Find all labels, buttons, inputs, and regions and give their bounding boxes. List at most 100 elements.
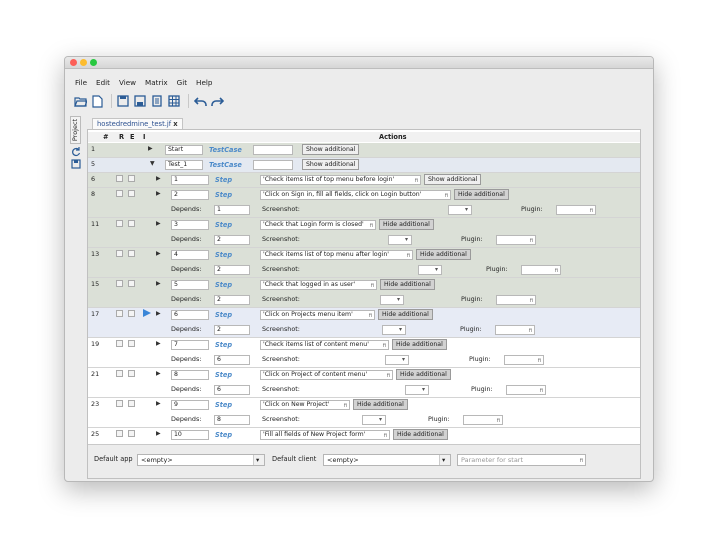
- redo-icon[interactable]: [210, 94, 224, 108]
- hide-additional-button[interactable]: Hide additional: [416, 249, 471, 260]
- step-description-input[interactable]: 'Fill all fields of New Project form' fi: [260, 430, 390, 440]
- step-id-input[interactable]: 8: [171, 370, 209, 380]
- e-checkbox[interactable]: [128, 250, 135, 257]
- step-description-input[interactable]: 'Click on New Project' fi: [260, 400, 350, 410]
- collapse-arrow-icon[interactable]: ▶: [156, 310, 161, 317]
- fi-icon[interactable]: fi: [384, 432, 387, 439]
- fi-icon[interactable]: fi: [538, 357, 541, 364]
- menu-matrix[interactable]: Matrix: [145, 78, 168, 90]
- depends-input[interactable]: 6: [214, 355, 250, 365]
- depends-input[interactable]: 2: [214, 325, 250, 335]
- new-file-icon[interactable]: [90, 94, 104, 108]
- e-checkbox[interactable]: [128, 220, 135, 227]
- show-additional-button[interactable]: Show additional: [424, 174, 482, 185]
- step-id-input[interactable]: 3: [171, 220, 209, 230]
- comment-input[interactable]: [253, 160, 293, 170]
- step-id-input[interactable]: 9: [171, 400, 209, 410]
- step-id-input[interactable]: 4: [171, 250, 209, 260]
- screenshot-select[interactable]: [418, 265, 442, 275]
- collapse-arrow-icon[interactable]: ▶: [156, 190, 161, 197]
- hide-additional-button[interactable]: Hide additional: [392, 339, 447, 350]
- r-checkbox[interactable]: [116, 190, 123, 197]
- document-icon[interactable]: [150, 94, 164, 108]
- r-checkbox[interactable]: [116, 250, 123, 257]
- fi-icon[interactable]: fi: [371, 282, 374, 289]
- screenshot-select[interactable]: [385, 355, 409, 365]
- save-icon[interactable]: [116, 94, 130, 108]
- collapse-arrow-icon[interactable]: ▶: [156, 400, 161, 407]
- screenshot-select[interactable]: [388, 235, 412, 245]
- minimize-window-button[interactable]: [80, 59, 87, 66]
- depends-input[interactable]: 2: [214, 295, 250, 305]
- plugin-input[interactable]: fi: [521, 265, 561, 275]
- plugin-input[interactable]: fi: [495, 325, 535, 335]
- step-description-input[interactable]: 'Check that logged in as user' fi: [260, 280, 377, 290]
- comment-input[interactable]: [253, 145, 293, 155]
- fi-icon[interactable]: fi: [540, 387, 543, 394]
- plugin-input[interactable]: fi: [463, 415, 503, 425]
- collapse-arrow-icon[interactable]: ▶: [148, 145, 153, 152]
- fi-icon[interactable]: fi: [387, 372, 390, 379]
- step-id-input[interactable]: 6: [171, 310, 209, 320]
- fi-icon[interactable]: fi: [344, 402, 347, 409]
- step-description-input[interactable]: 'Check that Login form is closed' fi: [260, 220, 376, 230]
- depends-input[interactable]: 6: [214, 385, 250, 395]
- step-description-input[interactable]: 'Check items list of top menu after logi…: [260, 250, 413, 260]
- menu-help[interactable]: Help: [196, 78, 212, 90]
- step-id-input[interactable]: Test_1: [165, 160, 203, 170]
- hide-additional-button[interactable]: Hide additional: [380, 279, 435, 290]
- menu-file[interactable]: File: [75, 78, 87, 90]
- show-additional-button[interactable]: Show additional: [302, 159, 360, 170]
- depends-input[interactable]: 8: [214, 415, 250, 425]
- default-client-select[interactable]: <empty>: [323, 454, 451, 466]
- e-checkbox[interactable]: [128, 175, 135, 182]
- hide-additional-button[interactable]: Hide additional: [379, 219, 434, 230]
- collapse-arrow-icon[interactable]: ▶: [156, 430, 161, 437]
- step-id-input[interactable]: 10: [171, 430, 209, 440]
- fi-icon[interactable]: fi: [370, 222, 373, 229]
- undo-icon[interactable]: [193, 94, 207, 108]
- fi-icon[interactable]: fi: [530, 237, 533, 244]
- fi-icon[interactable]: fi: [383, 342, 386, 349]
- e-checkbox[interactable]: [128, 340, 135, 347]
- hide-additional-button[interactable]: Hide additional: [393, 429, 448, 440]
- fi-icon[interactable]: fi: [497, 417, 500, 424]
- screenshot-select[interactable]: [382, 325, 406, 335]
- fi-icon[interactable]: fi: [407, 252, 410, 259]
- fi-icon[interactable]: fi: [580, 456, 583, 466]
- screenshot-select[interactable]: [448, 205, 472, 215]
- plugin-input[interactable]: fi: [556, 205, 596, 215]
- step-description-input[interactable]: 'Click on Projects menu item' fi: [260, 310, 375, 320]
- save-as-icon[interactable]: [133, 94, 147, 108]
- step-description-input[interactable]: 'Check items list of top menu before log…: [260, 175, 421, 185]
- hide-additional-button[interactable]: Hide additional: [353, 399, 408, 410]
- e-checkbox[interactable]: [128, 280, 135, 287]
- r-checkbox[interactable]: [116, 310, 123, 317]
- zoom-window-button[interactable]: [90, 59, 97, 66]
- plugin-input[interactable]: fi: [506, 385, 546, 395]
- fi-icon[interactable]: fi: [445, 192, 448, 199]
- step-description-input[interactable]: 'Click on Project of content menu' fi: [260, 370, 393, 380]
- hide-additional-button[interactable]: Hide additional: [396, 369, 451, 380]
- step-description-input[interactable]: 'Click on Sign in, fill all fields, clic…: [260, 190, 451, 200]
- depends-input[interactable]: 2: [214, 235, 250, 245]
- e-checkbox[interactable]: [128, 370, 135, 377]
- r-checkbox[interactable]: [116, 280, 123, 287]
- close-window-button[interactable]: [70, 59, 77, 66]
- default-app-select[interactable]: <empty>: [137, 454, 265, 466]
- plugin-input[interactable]: fi: [496, 295, 536, 305]
- fi-icon[interactable]: fi: [415, 177, 418, 184]
- collapse-arrow-icon[interactable]: ▶: [156, 340, 161, 347]
- step-id-input[interactable]: Start: [165, 145, 203, 155]
- chevron-down-icon[interactable]: [253, 455, 264, 465]
- file-tab[interactable]: hostedredmine_test.jf x: [92, 118, 183, 129]
- hide-additional-button[interactable]: Hide additional: [454, 189, 509, 200]
- expand-arrow-icon[interactable]: ▼: [150, 160, 155, 167]
- depends-input[interactable]: 2: [214, 265, 250, 275]
- screenshot-select[interactable]: [405, 385, 429, 395]
- fi-icon[interactable]: fi: [530, 297, 533, 304]
- screenshot-select[interactable]: [380, 295, 404, 305]
- step-id-input[interactable]: 2: [171, 190, 209, 200]
- collapse-arrow-icon[interactable]: ▶: [156, 175, 161, 182]
- step-id-input[interactable]: 5: [171, 280, 209, 290]
